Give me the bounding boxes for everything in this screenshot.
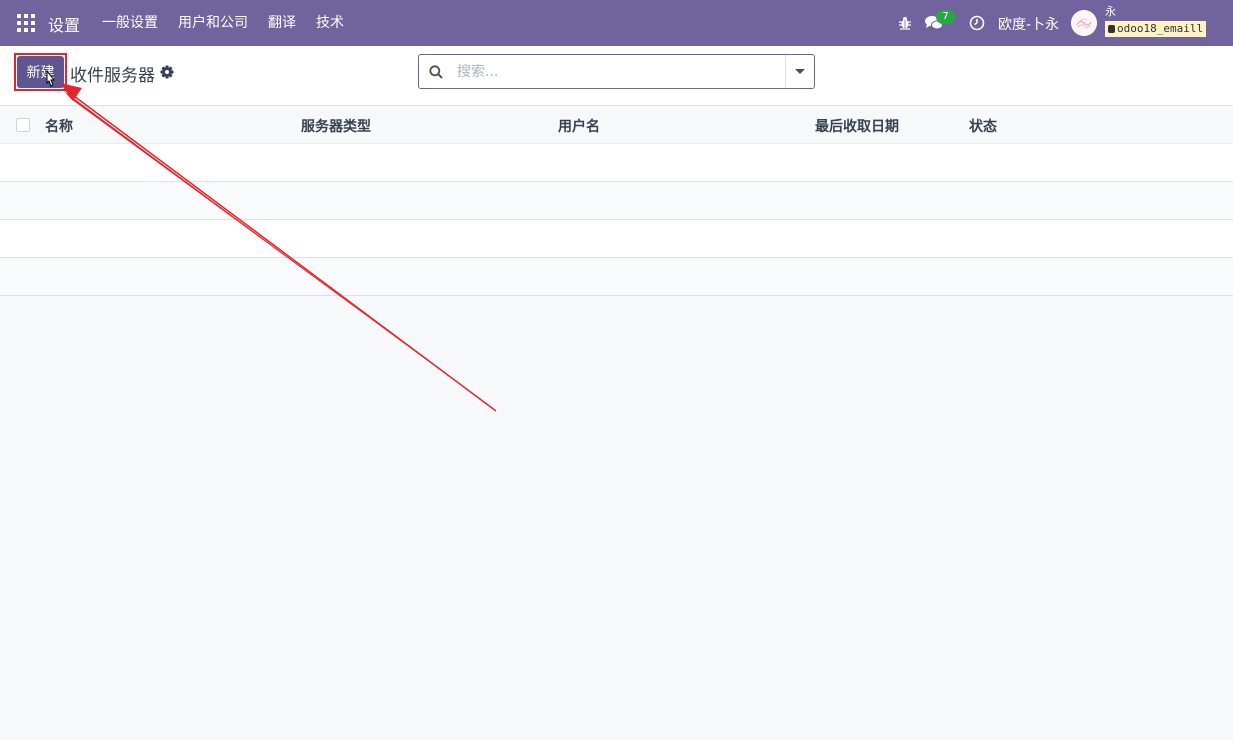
main-menu: 一般设置 用户和公司 翻译 技术 bbox=[92, 0, 354, 46]
menu-item-technical[interactable]: 技术 bbox=[306, 0, 354, 46]
database-icon bbox=[1108, 25, 1115, 33]
database-badge: odoo18_emaill bbox=[1105, 21, 1207, 37]
column-header-status[interactable]: 状态 bbox=[969, 116, 997, 136]
search-input[interactable] bbox=[455, 55, 785, 88]
chat-count-badge: 7 bbox=[936, 10, 955, 24]
select-all-checkbox[interactable] bbox=[16, 118, 30, 132]
app-brand[interactable]: 设置 bbox=[48, 12, 80, 36]
control-panel: 新建 收件服务器 bbox=[0, 46, 1233, 106]
top-navbar: 设置 一般设置 用户和公司 翻译 技术 7 欧度-卜永 永 odoo18_ema… bbox=[0, 0, 1233, 46]
database-name: odoo18_emaill bbox=[1117, 22, 1204, 35]
apps-icon[interactable] bbox=[17, 14, 35, 32]
table-row bbox=[0, 182, 1233, 220]
company-switcher[interactable]: 欧度-卜永 bbox=[998, 14, 1059, 34]
list-header: 名称 服务器类型 用户名 最后收取日期 状态 bbox=[0, 106, 1233, 144]
column-header-server-type[interactable]: 服务器类型 bbox=[301, 116, 371, 136]
cursor-icon bbox=[46, 70, 56, 87]
menu-item-users-companies[interactable]: 用户和公司 bbox=[168, 0, 258, 46]
search-bar bbox=[418, 54, 815, 89]
table-row bbox=[0, 220, 1233, 258]
user-name[interactable]: 永 bbox=[1105, 6, 1116, 18]
clock-icon[interactable] bbox=[969, 15, 985, 31]
bug-icon[interactable] bbox=[898, 16, 912, 30]
menu-item-translations[interactable]: 翻译 bbox=[258, 0, 306, 46]
column-header-last-fetch-date[interactable]: 最后收取日期 bbox=[815, 116, 899, 136]
column-header-username[interactable]: 用户名 bbox=[558, 116, 600, 136]
gear-icon[interactable] bbox=[160, 65, 174, 79]
search-icon bbox=[429, 65, 443, 79]
search-options-toggle[interactable] bbox=[785, 55, 814, 88]
column-header-name[interactable]: 名称 bbox=[45, 116, 73, 136]
avatar[interactable] bbox=[1071, 10, 1097, 36]
table-row bbox=[0, 144, 1233, 182]
page-title: 收件服务器 bbox=[70, 66, 155, 86]
caret-down-icon bbox=[795, 69, 805, 74]
menu-item-general-settings[interactable]: 一般设置 bbox=[92, 0, 168, 46]
table-row bbox=[0, 258, 1233, 296]
